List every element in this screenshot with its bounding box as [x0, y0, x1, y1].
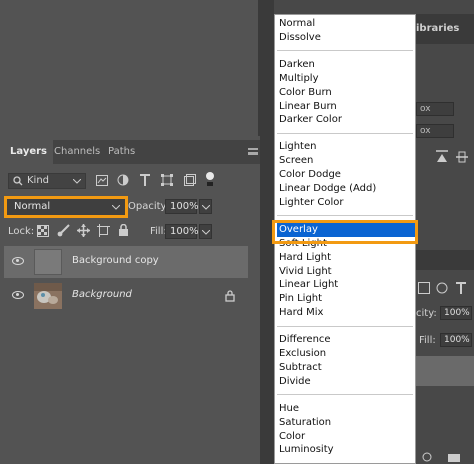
- tab-layers[interactable]: Layers: [4, 140, 53, 164]
- layer-thumbnail: [34, 249, 62, 275]
- filter-smart-object-icon[interactable]: [184, 174, 196, 186]
- layer-name[interactable]: Background: [72, 289, 132, 300]
- blend-menu-item-pin-light[interactable]: Pin Light: [277, 292, 415, 306]
- align-icon[interactable]: [436, 150, 448, 164]
- blend-menu-item-linear-dodge-add[interactable]: Linear Dodge (Add): [277, 182, 415, 196]
- layer-row-background-copy[interactable]: Background copy: [4, 246, 248, 278]
- right-adjust-icon-2[interactable]: [422, 452, 432, 462]
- menu-separator: [277, 215, 413, 217]
- blend-menu-item-vivid-light[interactable]: Vivid Light: [277, 265, 415, 279]
- blend-menu-item-hue[interactable]: Hue: [277, 402, 415, 416]
- filter-pixel-icon[interactable]: [96, 175, 108, 186]
- blend-mode-value: Normal: [14, 201, 51, 212]
- panel-menu-icon[interactable]: [248, 148, 258, 155]
- blend-menu-item-normal[interactable]: Normal: [277, 17, 415, 31]
- right-adjust-icon[interactable]: [436, 282, 448, 294]
- blend-menu-item-lighten[interactable]: Lighten: [277, 140, 415, 154]
- lock-label: Lock:: [8, 226, 35, 237]
- blend-menu-item-darken[interactable]: Darken: [277, 58, 415, 72]
- lock-move-icon[interactable]: [77, 224, 90, 237]
- right-folder-icon[interactable]: [448, 452, 460, 462]
- filter-type-icon[interactable]: [140, 174, 150, 186]
- right-field-1[interactable]: ox: [416, 102, 454, 116]
- right-opacity-label: city:: [416, 308, 437, 319]
- blend-menu-item-luminosity[interactable]: Luminosity: [277, 443, 415, 457]
- opacity-label: Opacity:: [128, 201, 170, 212]
- layer-thumbnail: [34, 283, 62, 309]
- blend-menu-item-lighter-color[interactable]: Lighter Color: [277, 196, 415, 210]
- menu-separator: [277, 394, 413, 396]
- right-opacity-field[interactable]: 100%: [440, 306, 472, 320]
- opacity-field[interactable]: 100%: [165, 199, 199, 214]
- blend-menu-item-multiply[interactable]: Multiply: [277, 72, 415, 86]
- blend-menu-item-color-burn[interactable]: Color Burn: [277, 86, 415, 100]
- blend-menu-item-difference[interactable]: Difference: [277, 333, 415, 347]
- blend-menu-item-divide[interactable]: Divide: [277, 375, 415, 389]
- blend-menu-item-exclusion[interactable]: Exclusion: [277, 347, 415, 361]
- menu-separator: [277, 325, 413, 327]
- blend-menu-item-linear-burn[interactable]: Linear Burn: [277, 100, 415, 114]
- opacity-dropdown-button[interactable]: [199, 199, 212, 214]
- tab-channels[interactable]: Channels: [48, 140, 106, 164]
- blend-menu-item-subtract[interactable]: Subtract: [277, 361, 415, 375]
- tab-paths[interactable]: Paths: [102, 140, 141, 164]
- chevron-down-icon: [112, 205, 120, 210]
- lock-brush-icon[interactable]: [57, 224, 70, 237]
- right-fill-label: Fill:: [419, 335, 436, 346]
- lock-all-icon[interactable]: [118, 224, 129, 237]
- filter-adjustment-icon[interactable]: [117, 174, 129, 186]
- layer-row-background[interactable]: Background: [4, 280, 248, 312]
- menu-separator: [277, 50, 413, 52]
- blend-menu-item-saturation[interactable]: Saturation: [277, 416, 415, 430]
- blend-menu-item-hard-mix[interactable]: Hard Mix: [277, 306, 415, 320]
- blend-menu-item-screen[interactable]: Screen: [277, 154, 415, 168]
- blend-menu-item-linear-light[interactable]: Linear Light: [277, 278, 415, 292]
- libraries-tab-partial[interactable]: ibraries: [416, 23, 459, 34]
- right-tab-strip: [416, 250, 474, 270]
- eye-icon[interactable]: [12, 291, 24, 299]
- blend-mode-select[interactable]: Normal: [4, 196, 128, 218]
- filter-shape-icon[interactable]: [161, 174, 173, 186]
- filter-kind-select[interactable]: Kind: [8, 173, 86, 189]
- fill-dropdown-button[interactable]: [199, 224, 212, 239]
- right-field-2[interactable]: ox: [416, 124, 454, 138]
- filter-kind-label: Kind: [27, 175, 50, 186]
- chevron-down-icon: [202, 205, 210, 210]
- filter-toggle-icon[interactable]: [204, 171, 216, 187]
- overlay-highlight-outline: [272, 220, 418, 244]
- eye-icon[interactable]: [12, 257, 24, 265]
- lock-artboard-icon[interactable]: [97, 224, 110, 237]
- right-type-icon[interactable]: [456, 282, 466, 294]
- blend-menu-item-dissolve[interactable]: Dissolve: [277, 31, 415, 45]
- blend-menu-item-darker-color[interactable]: Darker Color: [277, 113, 415, 127]
- blend-menu-item-color[interactable]: Color: [277, 430, 415, 444]
- lock-icon: [225, 290, 235, 302]
- layer-name[interactable]: Background copy: [72, 255, 159, 266]
- menu-separator: [277, 132, 413, 134]
- blend-menu-item-hard-light[interactable]: Hard Light: [277, 251, 415, 265]
- lock-transparent-icon[interactable]: [37, 225, 49, 237]
- align-icon-2[interactable]: [456, 150, 468, 164]
- chevron-down-icon: [73, 179, 81, 184]
- search-icon: [13, 176, 23, 186]
- chevron-down-icon: [202, 230, 210, 235]
- right-fill-field[interactable]: 100%: [440, 333, 472, 347]
- layers-tab-bar: Layers Channels Paths: [4, 140, 260, 164]
- blend-menu-item-color-dodge[interactable]: Color Dodge: [277, 168, 415, 182]
- right-pixel-icon[interactable]: [418, 282, 430, 294]
- fill-field[interactable]: 100%: [165, 224, 199, 239]
- right-selected-layer: [416, 356, 474, 386]
